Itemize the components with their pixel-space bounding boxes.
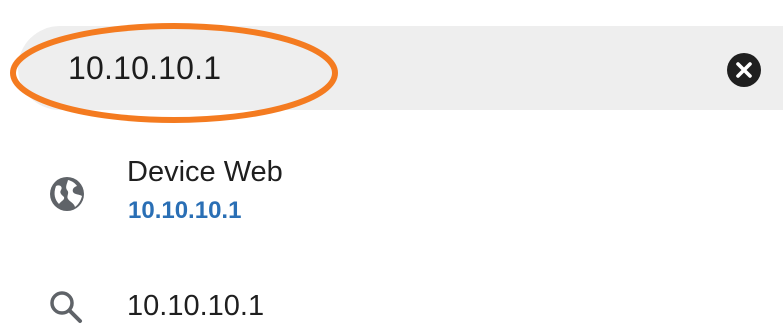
suggestion-url: 10.10.10.1 [128, 197, 242, 224]
search-icon [50, 291, 82, 323]
suggestion-item-search[interactable]: 10.10.10.1 [0, 270, 783, 328]
address-bar[interactable] [18, 26, 783, 110]
suggestion-title: Device Web [127, 156, 283, 188]
clear-icon[interactable] [727, 53, 761, 87]
suggestion-item-device-web[interactable]: Device Web 10.10.10.1 [0, 145, 783, 235]
suggestion-query: 10.10.10.1 [127, 290, 265, 322]
globe-icon [50, 177, 84, 211]
address-input[interactable] [68, 48, 668, 88]
